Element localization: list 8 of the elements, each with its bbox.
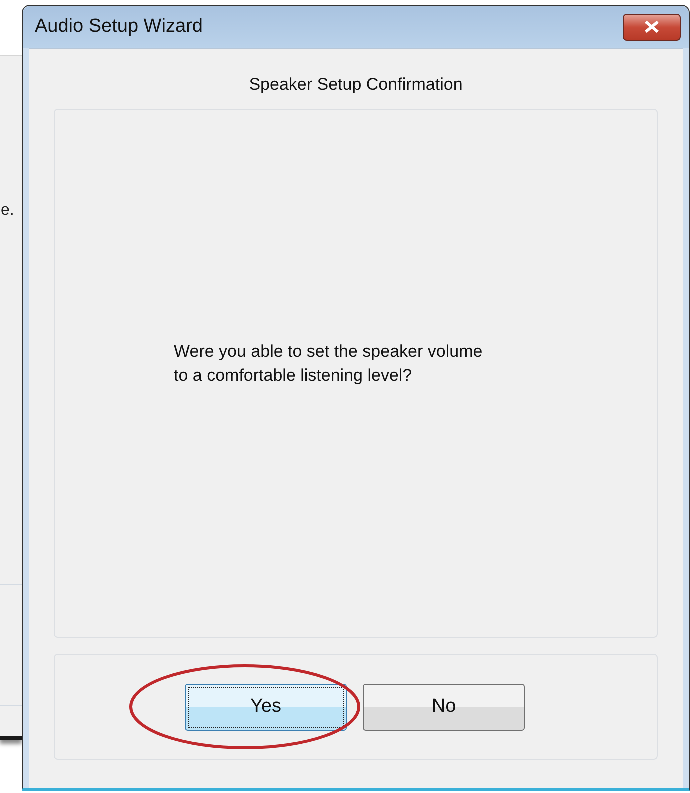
question-text: Were you able to set the speaker volume to a comfortable listening level?	[174, 340, 483, 386]
step-heading: Speaker Setup Confirmation	[249, 75, 463, 95]
close-button[interactable]	[623, 14, 681, 40]
background-text: e.	[1, 202, 14, 220]
close-icon	[643, 20, 661, 34]
yes-button[interactable]: Yes	[185, 684, 347, 730]
no-button[interactable]: No	[363, 684, 525, 730]
window-title: Audio Setup Wizard	[35, 16, 203, 38]
